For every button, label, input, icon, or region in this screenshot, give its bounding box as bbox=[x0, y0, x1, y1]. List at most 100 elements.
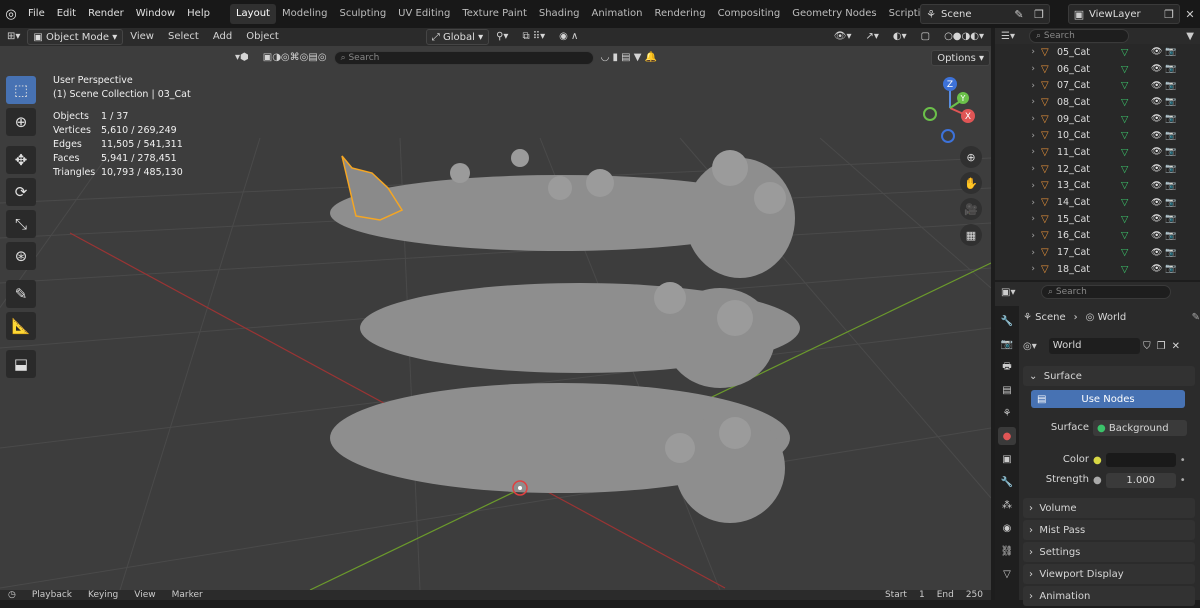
camera-icon[interactable]: 📷 bbox=[1165, 47, 1179, 57]
expand-chevron-icon[interactable]: › bbox=[995, 147, 1041, 157]
camera-icon[interactable]: 📷 bbox=[1165, 214, 1179, 224]
mesh-data-icon[interactable]: ▽ bbox=[1121, 80, 1151, 91]
surface-panel-header[interactable]: ⌄ Surface bbox=[1023, 366, 1195, 386]
outliner-item[interactable]: › ▽ 17_Cat ▽ 👁 📷 bbox=[995, 244, 1200, 261]
scene-tab-icon[interactable]: ⚘ bbox=[998, 404, 1016, 422]
camera-icon[interactable]: 📷 bbox=[1165, 131, 1179, 141]
camera-icon[interactable]: 📷 bbox=[1165, 264, 1179, 274]
outliner-item[interactable]: › ▽ 05_Cat ▽ 👁 📷 bbox=[995, 44, 1200, 61]
copy-icon[interactable]: ❐ bbox=[1159, 4, 1179, 24]
camera-icon[interactable]: 📷 bbox=[1165, 164, 1179, 174]
mesh-data-icon[interactable]: ▽ bbox=[1121, 164, 1151, 175]
pin-icon[interactable]: ✎ bbox=[1009, 4, 1029, 24]
viewport-search-input[interactable]: ⌕ Search bbox=[333, 51, 594, 65]
blender-logo-icon[interactable]: ◎ bbox=[0, 7, 22, 22]
pan-hand-icon[interactable]: ✋ bbox=[960, 172, 982, 194]
mesh-data-icon[interactable]: ▽ bbox=[1121, 230, 1151, 241]
mesh-data-icon[interactable]: ▽ bbox=[1121, 197, 1151, 208]
surface-shader-field[interactable]: ● Background bbox=[1093, 420, 1187, 436]
visibility-icon[interactable]: 👁▾ bbox=[827, 28, 859, 46]
expand-chevron-icon[interactable]: › bbox=[995, 97, 1041, 107]
tab-uv-editing[interactable]: UV Editing bbox=[392, 4, 456, 24]
world-name-field[interactable]: World bbox=[1048, 338, 1141, 354]
expand-chevron-icon[interactable]: › bbox=[995, 264, 1041, 274]
expand-chevron-icon[interactable]: › bbox=[995, 214, 1041, 224]
particles-tab-icon[interactable]: ⁂ bbox=[998, 496, 1016, 514]
camera-icon[interactable]: 📷 bbox=[1165, 81, 1179, 91]
mode-selector[interactable]: ▣ Object Mode ▾ bbox=[27, 29, 124, 45]
zoom-icon[interactable]: ⊕ bbox=[960, 146, 982, 168]
menu-help[interactable]: Help bbox=[181, 0, 216, 28]
editor-type-icon[interactable]: ⊞▾ bbox=[0, 28, 27, 46]
camera-icon[interactable]: 📷 bbox=[1165, 181, 1179, 191]
shield-icon[interactable]: ⛉ bbox=[1140, 341, 1154, 352]
annotate-tool-icon[interactable]: ✎ bbox=[6, 280, 36, 308]
eye-icon[interactable]: 👁 bbox=[1151, 164, 1165, 174]
menu-view[interactable]: View bbox=[123, 28, 161, 46]
eye-icon[interactable]: 👁 bbox=[1151, 248, 1165, 258]
eye-icon[interactable]: 👁 bbox=[1151, 181, 1165, 191]
camera-icon[interactable]: 🎥 bbox=[960, 198, 982, 220]
display-mode-icon[interactable]: ☰▾ bbox=[1001, 31, 1029, 42]
xray-icon[interactable]: ▢ bbox=[914, 28, 937, 46]
expand-chevron-icon[interactable]: › bbox=[995, 231, 1041, 241]
mesh-data-icon[interactable]: ▽ bbox=[1121, 264, 1151, 275]
viewport-display-panel-header[interactable]: › Viewport Display bbox=[1023, 564, 1195, 584]
world-icon[interactable]: ◎▾ bbox=[1023, 341, 1049, 352]
eye-icon[interactable]: 👁 bbox=[1151, 64, 1165, 74]
object-type-icons[interactable]: ▣◑◎⌘◎▤◎ bbox=[256, 49, 334, 67]
expand-chevron-icon[interactable]: › bbox=[995, 114, 1041, 124]
menu-window[interactable]: Window bbox=[130, 0, 181, 28]
outliner-item[interactable]: › ▽ 12_Cat ▽ 👁 📷 bbox=[995, 161, 1200, 178]
strength-field[interactable]: ● 1.000 • bbox=[1093, 472, 1187, 488]
cursor-tool-icon[interactable]: ⊕ bbox=[6, 108, 36, 136]
camera-icon[interactable]: 📷 bbox=[1165, 248, 1179, 258]
tab-shading[interactable]: Shading bbox=[533, 4, 586, 24]
outliner-item[interactable]: › ▽ 18_Cat ▽ 👁 📷 bbox=[995, 261, 1200, 278]
camera-icon[interactable]: 📷 bbox=[1165, 114, 1179, 124]
overlays-icon[interactable]: ◐▾ bbox=[886, 28, 914, 46]
mesh-data-icon[interactable]: ▽ bbox=[1121, 247, 1151, 258]
mesh-data-icon[interactable]: ▽ bbox=[1121, 130, 1151, 141]
outliner-item[interactable]: › ▽ 08_Cat ▽ 👁 📷 bbox=[995, 94, 1200, 111]
output-tab-icon[interactable]: 🖶 bbox=[998, 358, 1016, 376]
select-tool-icon[interactable]: ⬚ bbox=[6, 76, 36, 104]
physics-tab-icon[interactable]: ◉ bbox=[998, 519, 1016, 537]
view-layer-tab-icon[interactable]: ▤ bbox=[998, 381, 1016, 399]
expand-chevron-icon[interactable]: › bbox=[995, 198, 1041, 208]
copy-icon[interactable]: ❐ bbox=[1029, 4, 1049, 24]
outliner-search-input[interactable]: ⌕ Search bbox=[1029, 29, 1129, 43]
copy-icon[interactable]: ❐ bbox=[1154, 341, 1169, 352]
tab-layout[interactable]: Layout bbox=[229, 4, 276, 24]
gizmo-toggle-icon[interactable]: ↗▾ bbox=[858, 28, 885, 46]
grid-perspective-icon[interactable]: ▦ bbox=[960, 224, 982, 246]
menu-marker[interactable]: Marker bbox=[164, 590, 211, 600]
eye-icon[interactable]: 👁 bbox=[1151, 131, 1165, 141]
mesh-data-icon[interactable]: ▽ bbox=[1121, 114, 1151, 125]
outliner-item[interactable]: › ▽ 07_Cat ▽ 👁 📷 bbox=[995, 77, 1200, 94]
outliner-item[interactable]: › ▽ 13_Cat ▽ 👁 📷 bbox=[995, 178, 1200, 195]
settings-panel-header[interactable]: › Settings bbox=[1023, 542, 1195, 562]
tab-rendering[interactable]: Rendering bbox=[648, 4, 711, 24]
3d-viewport[interactable]: ⊞▾ ▣ Object Mode ▾ View Select Add Objec… bbox=[0, 28, 991, 590]
color-swatch[interactable] bbox=[1105, 453, 1176, 467]
eye-icon[interactable]: 👁 bbox=[1151, 81, 1165, 91]
strength-value[interactable]: 1.000 bbox=[1105, 472, 1176, 488]
move-tool-icon[interactable]: ✥ bbox=[6, 146, 36, 174]
end-frame[interactable]: 250 bbox=[958, 590, 991, 600]
menu-select[interactable]: Select bbox=[161, 28, 206, 46]
expand-chevron-icon[interactable]: › bbox=[995, 181, 1041, 191]
view-layer-selector[interactable]: ▣ ViewLayer ❐ bbox=[1068, 4, 1180, 24]
transform-orientation[interactable]: ⤢ Global ▾ bbox=[425, 29, 490, 45]
mesh-data-icon[interactable]: ▽ bbox=[1121, 64, 1151, 75]
expand-chevron-icon[interactable]: › bbox=[995, 47, 1041, 57]
mesh-data-icon[interactable]: ▽ bbox=[1121, 47, 1151, 58]
data-tab-icon[interactable]: ▽ bbox=[998, 565, 1016, 583]
expand-chevron-icon[interactable]: › bbox=[995, 81, 1041, 91]
outliner-item[interactable]: › ▽ 14_Cat ▽ 👁 📷 bbox=[995, 194, 1200, 211]
modifier-tab-icon[interactable]: 🔧 bbox=[998, 473, 1016, 491]
mesh-data-icon[interactable]: ▽ bbox=[1121, 97, 1151, 108]
shading-modes-icon[interactable]: ○●◑◐▾ bbox=[937, 28, 991, 46]
menu-keying[interactable]: Keying bbox=[80, 590, 126, 600]
menu-add[interactable]: Add bbox=[206, 28, 239, 46]
